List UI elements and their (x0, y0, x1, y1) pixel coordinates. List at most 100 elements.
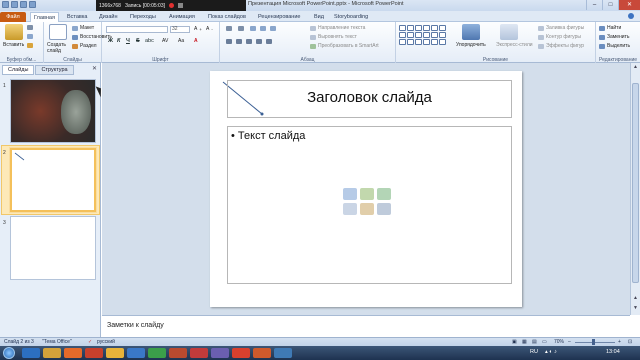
view-reading-icon[interactable]: ▤ (532, 339, 537, 345)
tab-file[interactable]: Файл (0, 12, 26, 22)
taskbar-app-onenote-icon[interactable] (211, 348, 229, 358)
tab-outline-pane[interactable]: Структура (35, 65, 74, 75)
tab-design[interactable]: Дизайн (96, 12, 121, 22)
shape-line-icon[interactable] (399, 25, 406, 31)
underline-button[interactable]: Ч (126, 38, 130, 44)
shape-star-icon[interactable] (415, 32, 422, 38)
view-slideshow-icon[interactable]: ▭ (542, 339, 547, 345)
scroll-up-icon[interactable]: ▲ (632, 64, 639, 71)
zoom-out-icon[interactable]: – (568, 339, 571, 345)
clock[interactable]: 13:04 (606, 349, 620, 355)
help-icon[interactable] (628, 13, 634, 19)
language-indicator[interactable]: русский (97, 339, 115, 345)
shape-connector-icon[interactable] (399, 32, 406, 38)
insert-chart-icon[interactable] (360, 188, 374, 200)
text-direction-button[interactable]: Направление текста (310, 25, 365, 31)
grow-font-button[interactable]: A + (194, 26, 202, 32)
strikethrough-button[interactable]: S (136, 38, 140, 44)
justify-button[interactable] (256, 39, 262, 44)
paste-icon[interactable] (5, 24, 23, 40)
smartart-button[interactable]: Преобразовать в SmartArt (310, 43, 379, 49)
prev-slide-icon[interactable]: ▲ (632, 295, 639, 302)
notes-pane[interactable]: Заметки к слайду (102, 315, 630, 337)
arrange-button[interactable]: Упорядочить (456, 42, 486, 48)
redo-icon[interactable] (29, 1, 36, 8)
shadow-button[interactable]: abc (145, 38, 154, 44)
title-placeholder[interactable]: Заголовок слайда (227, 80, 512, 118)
next-slide-icon[interactable]: ▼ (632, 305, 639, 312)
view-normal-icon[interactable]: ▣ (512, 339, 517, 345)
shape-arrow-right-icon[interactable] (407, 39, 414, 45)
minimize-button[interactable]: – (586, 0, 602, 10)
save-icon[interactable] (11, 1, 18, 8)
numbering-button[interactable] (238, 26, 244, 31)
shape-fill-button[interactable]: Заливка фигуры (538, 25, 584, 31)
close-button[interactable]: ✕ (618, 0, 640, 10)
taskbar-app-ppt-active-icon[interactable] (253, 348, 271, 358)
shape-triangle-icon[interactable] (439, 25, 446, 31)
columns-button[interactable] (266, 39, 272, 44)
tab-storyboarding[interactable]: Storyboarding (331, 12, 371, 22)
taskbar-app-powerpoint-icon[interactable] (169, 348, 187, 358)
insert-clipart-icon[interactable] (360, 203, 374, 215)
change-case-button[interactable]: Aa (178, 38, 184, 44)
font-color-button[interactable]: A (194, 38, 198, 44)
shape-brace-icon[interactable] (423, 32, 430, 38)
arrange-icon[interactable] (462, 24, 480, 40)
vertical-scrollbar[interactable]: ▲ ▲ ▼ (630, 63, 640, 315)
taskbar-app-ie-icon[interactable] (22, 348, 40, 358)
shape-callout-icon[interactable] (431, 32, 438, 38)
taskbar-app-excel-icon[interactable] (148, 348, 166, 358)
shape-block-arrow-icon[interactable] (407, 32, 414, 38)
taskbar-app-explorer-icon[interactable] (43, 348, 61, 358)
shape-outline-button[interactable]: Контур фигуры (538, 34, 581, 40)
shape-star5-icon[interactable] (431, 39, 438, 45)
taskbar-app-recorder-icon[interactable] (232, 348, 250, 358)
insert-table-icon[interactable] (343, 188, 357, 200)
decrease-indent-button[interactable] (250, 26, 256, 31)
align-text-button[interactable]: Выровнять текст (310, 34, 357, 40)
taskbar-app-media-icon[interactable] (64, 348, 82, 358)
taskbar-app-pdf-icon[interactable] (190, 348, 208, 358)
taskbar-app-word-icon[interactable] (127, 348, 145, 358)
bullets-button[interactable] (226, 26, 232, 31)
zoom-slider-knob[interactable] (592, 339, 595, 345)
slide-thumbnail-1[interactable] (10, 79, 96, 143)
new-slide-icon[interactable] (49, 24, 67, 40)
italic-button[interactable]: К (117, 38, 120, 44)
increase-indent-button[interactable] (260, 26, 266, 31)
align-right-button[interactable] (246, 39, 252, 44)
format-painter-button[interactable] (27, 43, 33, 48)
zoom-in-icon[interactable]: + (618, 339, 621, 345)
paste-button[interactable]: Вставить (3, 42, 24, 48)
font-name-select[interactable] (106, 26, 168, 33)
font-size-select[interactable]: 32 (170, 26, 190, 33)
spellcheck-icon[interactable]: ✓ (88, 339, 92, 345)
shape-curve-icon[interactable] (399, 39, 406, 45)
line-spacing-button[interactable] (270, 26, 276, 31)
copy-button[interactable] (27, 34, 33, 39)
quick-styles-icon[interactable] (500, 24, 518, 40)
tray-icons[interactable]: ▴ ◐ ♪ (545, 349, 557, 355)
bold-button[interactable]: Ж (108, 38, 113, 44)
view-sorter-icon[interactable]: ▦ (522, 339, 527, 345)
shape-bracket-icon[interactable] (423, 39, 430, 45)
zoom-level[interactable]: 70% (554, 339, 564, 345)
shape-flowchart-icon[interactable] (439, 32, 446, 38)
shrink-font-button[interactable]: A- (206, 26, 213, 32)
shape-arrow-icon[interactable] (407, 25, 414, 31)
shape-rounded-rect-icon[interactable] (431, 25, 438, 31)
tab-animations[interactable]: Анимация (166, 12, 198, 22)
layout-button[interactable]: Макет (72, 25, 94, 31)
align-left-button[interactable] (226, 39, 232, 44)
insert-smartart-icon[interactable] (377, 188, 391, 200)
app-icon[interactable] (2, 1, 9, 8)
tab-home[interactable]: Главная (30, 12, 59, 22)
start-button[interactable] (3, 347, 15, 359)
tab-insert[interactable]: Вставка (64, 12, 90, 22)
stop-icon[interactable] (178, 3, 184, 8)
quick-styles-button[interactable]: Экспресс-стили (496, 42, 533, 48)
undo-icon[interactable] (20, 1, 27, 8)
tab-slideshow[interactable]: Показ слайдов (205, 12, 249, 22)
taskbar-app-opera-icon[interactable] (85, 348, 103, 358)
